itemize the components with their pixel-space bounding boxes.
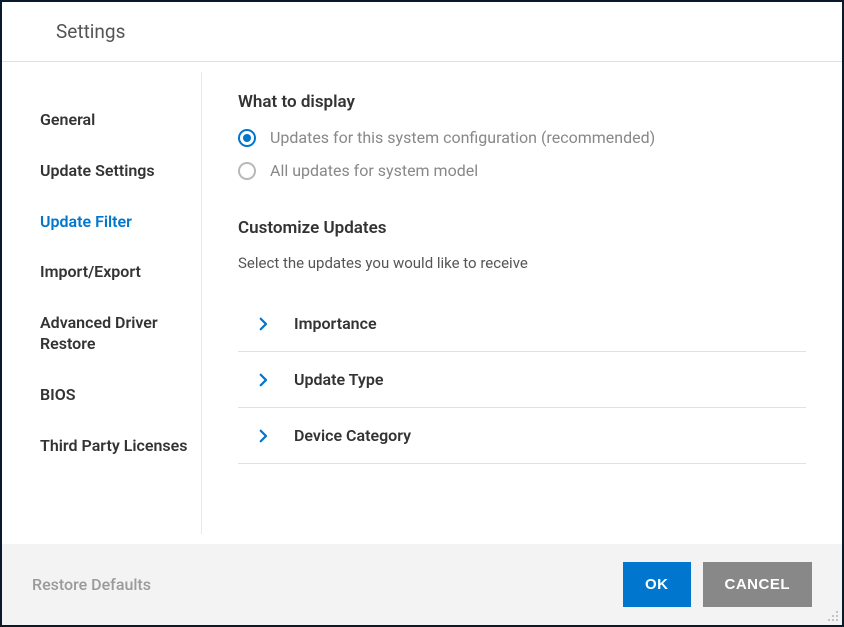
sidebar-item-general[interactable]: General <box>40 102 201 139</box>
accordion-importance[interactable]: Importance <box>238 296 806 352</box>
sidebar-item-third-party-licenses[interactable]: Third Party Licenses <box>40 428 201 465</box>
accordion-update-type[interactable]: Update Type <box>238 352 806 408</box>
body-container: General Update Settings Update Filter Im… <box>2 62 842 544</box>
footer: Restore Defaults OK CANCEL <box>2 544 842 625</box>
sidebar-item-bios[interactable]: BIOS <box>40 377 201 414</box>
page-title: Settings <box>2 2 842 62</box>
restore-defaults-link[interactable]: Restore Defaults <box>32 575 151 594</box>
resize-grip-icon[interactable] <box>827 610 839 622</box>
ok-button[interactable]: OK <box>623 562 691 607</box>
accordion-label: Importance <box>294 314 377 333</box>
sidebar-item-update-filter[interactable]: Update Filter <box>40 204 201 241</box>
radio-option-all-updates[interactable]: All updates for system model <box>238 161 806 180</box>
main-panel: What to display Updates for this system … <box>202 62 842 544</box>
radio-icon <box>238 129 256 147</box>
customize-updates-title: Customize Updates <box>238 218 806 238</box>
display-radio-group: Updates for this system configuration (r… <box>238 128 806 180</box>
footer-buttons: OK CANCEL <box>623 562 812 607</box>
chevron-right-icon <box>254 427 272 445</box>
chevron-right-icon <box>254 315 272 333</box>
cancel-button[interactable]: CANCEL <box>703 562 813 607</box>
sidebar-item-import-export[interactable]: Import/Export <box>40 254 201 291</box>
sidebar-item-advanced-driver-restore[interactable]: Advanced Driver Restore <box>40 305 201 363</box>
radio-icon <box>238 162 256 180</box>
radio-label: All updates for system model <box>270 161 478 180</box>
sidebar-item-update-settings[interactable]: Update Settings <box>40 153 201 190</box>
what-to-display-title: What to display <box>238 92 806 112</box>
accordion-label: Device Category <box>294 426 411 445</box>
sidebar: General Update Settings Update Filter Im… <box>2 72 202 534</box>
accordion-label: Update Type <box>294 370 383 389</box>
radio-option-recommended[interactable]: Updates for this system configuration (r… <box>238 128 806 147</box>
customize-updates-subtext: Select the updates you would like to rec… <box>238 254 806 272</box>
chevron-right-icon <box>254 371 272 389</box>
radio-label: Updates for this system configuration (r… <box>270 128 655 147</box>
accordion-device-category[interactable]: Device Category <box>238 408 806 464</box>
